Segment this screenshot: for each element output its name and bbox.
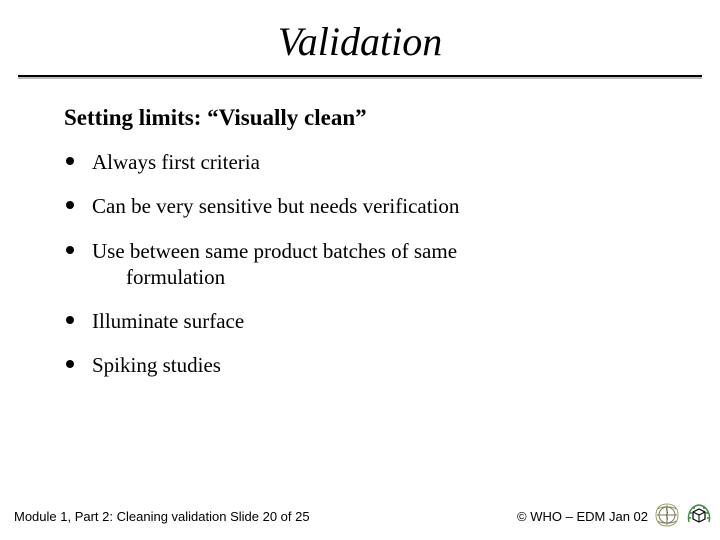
bullet-text: Use between same product batches of same…	[92, 238, 656, 291]
bullet-text: Spiking studies	[92, 352, 656, 378]
slide: Validation Setting limits: “Visually cle…	[0, 0, 720, 540]
bullet-text: Can be very sensitive but needs verifica…	[92, 193, 656, 219]
laurel-cube-logo-icon	[686, 502, 712, 531]
footer-right: © WHO – EDM Jan 02	[517, 502, 720, 531]
list-item: Illuminate surface	[64, 308, 656, 334]
footer-right-text: © WHO – EDM Jan 02	[517, 509, 648, 524]
bullet-icon	[66, 201, 74, 209]
bullet-text-line1: Use between same product batches of same	[92, 239, 457, 263]
bullet-list: Always first criteria Can be very sensit…	[64, 149, 656, 379]
footer-left-text: Module 1, Part 2: Cleaning validation Sl…	[0, 509, 517, 524]
slide-title: Validation	[0, 0, 720, 75]
list-item: Spiking studies	[64, 352, 656, 378]
bullet-text: Illuminate surface	[92, 308, 656, 334]
bullet-icon	[66, 360, 74, 368]
slide-subtitle: Setting limits: “Visually clean”	[64, 105, 656, 131]
bullet-icon	[66, 246, 74, 254]
bullet-text-line2: formulation	[92, 264, 656, 290]
footer: Module 1, Part 2: Cleaning validation Sl…	[0, 502, 720, 530]
bullet-text: Always first criteria	[92, 149, 656, 175]
bullet-icon	[66, 316, 74, 324]
who-logo-icon	[654, 502, 680, 531]
list-item: Always first criteria	[64, 149, 656, 175]
bullet-icon	[66, 157, 74, 165]
content-area: Setting limits: “Visually clean” Always …	[0, 77, 720, 379]
list-item: Use between same product batches of same…	[64, 238, 656, 291]
list-item: Can be very sensitive but needs verifica…	[64, 193, 656, 219]
